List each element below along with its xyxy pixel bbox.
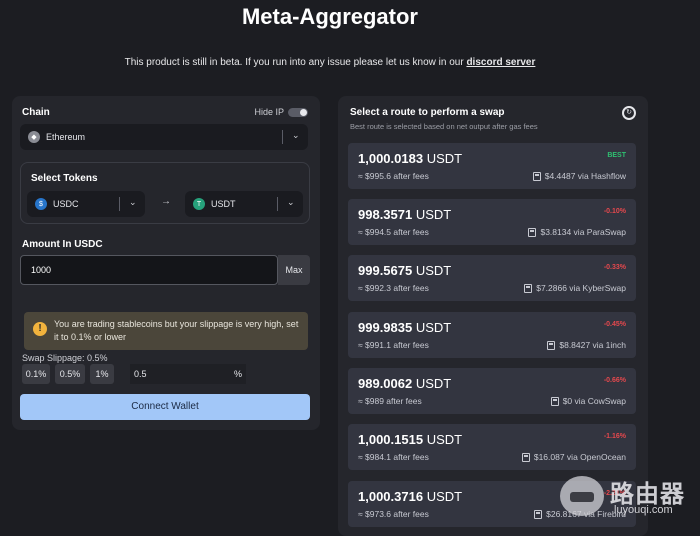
warning-icon: ! — [33, 322, 47, 336]
route-amount: 1,000.1515 USDT — [358, 432, 463, 447]
route-amount: 989.0062 USDT — [358, 376, 452, 391]
chain-select[interactable]: ◆ Ethereum ⌄ — [20, 124, 308, 150]
chevron-down-icon: ⌄ — [287, 197, 295, 207]
route-via: $16.087 via OpenOcean — [521, 452, 626, 462]
swap-panel: Chain Hide IP ◆ Ethereum ⌄ Select Tokens… — [12, 96, 320, 430]
route-fees: ≈ $989 after fees — [358, 396, 422, 406]
route-via: $0 via CowSwap — [550, 396, 626, 406]
slippage-label: Swap Slippage: 0.5% — [22, 353, 108, 363]
route-card-kyberswap[interactable]: 999.5675 USDT ≈ $992.3 after fees -0.33%… — [348, 255, 636, 301]
route-fees: ≈ $992.3 after fees — [358, 283, 429, 293]
route-card-openocean[interactable]: 1,000.1515 USDT ≈ $984.1 after fees -1.1… — [348, 424, 636, 470]
slippage-input[interactable]: 0.5 — [130, 364, 246, 384]
max-button[interactable]: Max — [278, 255, 310, 285]
route-card-hashflow[interactable]: 1,000.0183 USDT ≈ $995.6 after fees BEST… — [348, 143, 636, 189]
hide-ip-label: Hide IP — [254, 107, 284, 117]
slippage-warning: ! You are trading stablecoins but your s… — [24, 312, 308, 350]
slippage-option-0-1[interactable]: 0.1% — [22, 364, 50, 384]
route-via: $4.4487 via Hashflow — [532, 171, 626, 181]
route-fees: ≈ $994.5 after fees — [358, 227, 429, 237]
amount-label: Amount In USDC — [22, 239, 103, 250]
token-from-value: USDC — [53, 199, 79, 209]
route-card-paraswap[interactable]: 998.3571 USDT ≈ $994.5 after fees -0.10%… — [348, 199, 636, 245]
route-amount: 999.9835 USDT — [358, 320, 452, 335]
hide-ip-toggle[interactable] — [288, 108, 308, 117]
usdt-icon: T — [193, 198, 205, 210]
token-from-select[interactable]: $ USDC ⌄ — [27, 191, 145, 217]
gas-icon — [532, 171, 541, 181]
token-to-divider — [277, 197, 278, 211]
slippage-option-1[interactable]: 1% — [90, 364, 114, 384]
arrow-right-icon: → — [161, 196, 171, 207]
chevron-down-icon: ⌄ — [129, 197, 137, 207]
gas-icon — [550, 396, 559, 406]
slippage-percent-unit: % — [234, 369, 243, 379]
chain-value: Ethereum — [46, 132, 86, 142]
route-subtitle: Best route is selected based on net outp… — [350, 122, 538, 131]
route-amount: 999.5675 USDT — [358, 263, 452, 278]
token-to-value: USDT — [211, 199, 236, 209]
route-fees: ≈ $984.1 after fees — [358, 452, 429, 462]
route-fees: ≈ $991.1 after fees — [358, 340, 429, 350]
chevron-down-icon: ⌄ — [292, 130, 300, 140]
warning-text: You are trading stablecoins but your sli… — [54, 319, 299, 342]
watermark: 路由器 luyouqi.com — [556, 470, 696, 532]
select-tokens-box: Select Tokens $ USDC ⌄ → T USDT ⌄ — [20, 162, 310, 224]
gas-icon — [547, 340, 556, 350]
token-to-select[interactable]: T USDT ⌄ — [185, 191, 303, 217]
route-amount: 1,000.3716 USDT — [358, 489, 463, 504]
token-from-divider — [119, 197, 120, 211]
amount-input[interactable]: 1000 — [20, 255, 278, 285]
discord-link[interactable]: discord server — [466, 57, 535, 68]
usdc-icon: $ — [35, 198, 47, 210]
route-via: $8.8427 via 1inch — [547, 340, 626, 350]
route-badge: -1.16% — [603, 433, 626, 440]
route-fees: ≈ $973.6 after fees — [358, 509, 429, 519]
route-amount: 998.3571 USDT — [358, 207, 452, 222]
route-via: $3.8134 via ParaSwap — [528, 227, 626, 237]
refresh-icon[interactable]: ↻ — [622, 106, 636, 120]
gas-icon — [528, 227, 537, 237]
router-logo-icon — [560, 476, 604, 516]
slippage-option-0-5[interactable]: 0.5% — [55, 364, 85, 384]
gas-icon — [534, 509, 543, 519]
route-badge: -0.45% — [603, 321, 626, 328]
route-fees: ≈ $995.6 after fees — [358, 171, 429, 181]
page-title: Meta-Aggregator — [241, 4, 418, 29]
watermark-url: luyouqi.com — [614, 504, 673, 516]
chain-label: Chain — [22, 107, 50, 118]
gas-icon — [524, 283, 533, 293]
route-badge: BEST — [607, 152, 626, 159]
gas-icon — [521, 452, 530, 462]
route-badge: -0.66% — [603, 377, 626, 384]
route-badge: -0.10% — [603, 208, 626, 215]
ethereum-icon: ◆ — [28, 131, 40, 143]
route-badge: -0.33% — [603, 264, 626, 271]
route-title: Select a route to perform a swap — [350, 107, 505, 118]
connect-wallet-button[interactable]: Connect Wallet — [20, 394, 310, 420]
select-tokens-label: Select Tokens — [31, 173, 98, 184]
beta-notice-text: This product is still in beta. If you ru… — [124, 57, 464, 68]
beta-notice: This product is still in beta. If you ru… — [0, 57, 660, 68]
route-via: $7.2866 via KyberSwap — [524, 283, 626, 293]
chain-select-divider — [282, 130, 283, 144]
route-card-cowswap[interactable]: 989.0062 USDT ≈ $989 after fees -0.66% $… — [348, 368, 636, 414]
route-card-1inch[interactable]: 999.9835 USDT ≈ $991.1 after fees -0.45%… — [348, 312, 636, 358]
route-amount: 1,000.0183 USDT — [358, 151, 463, 166]
